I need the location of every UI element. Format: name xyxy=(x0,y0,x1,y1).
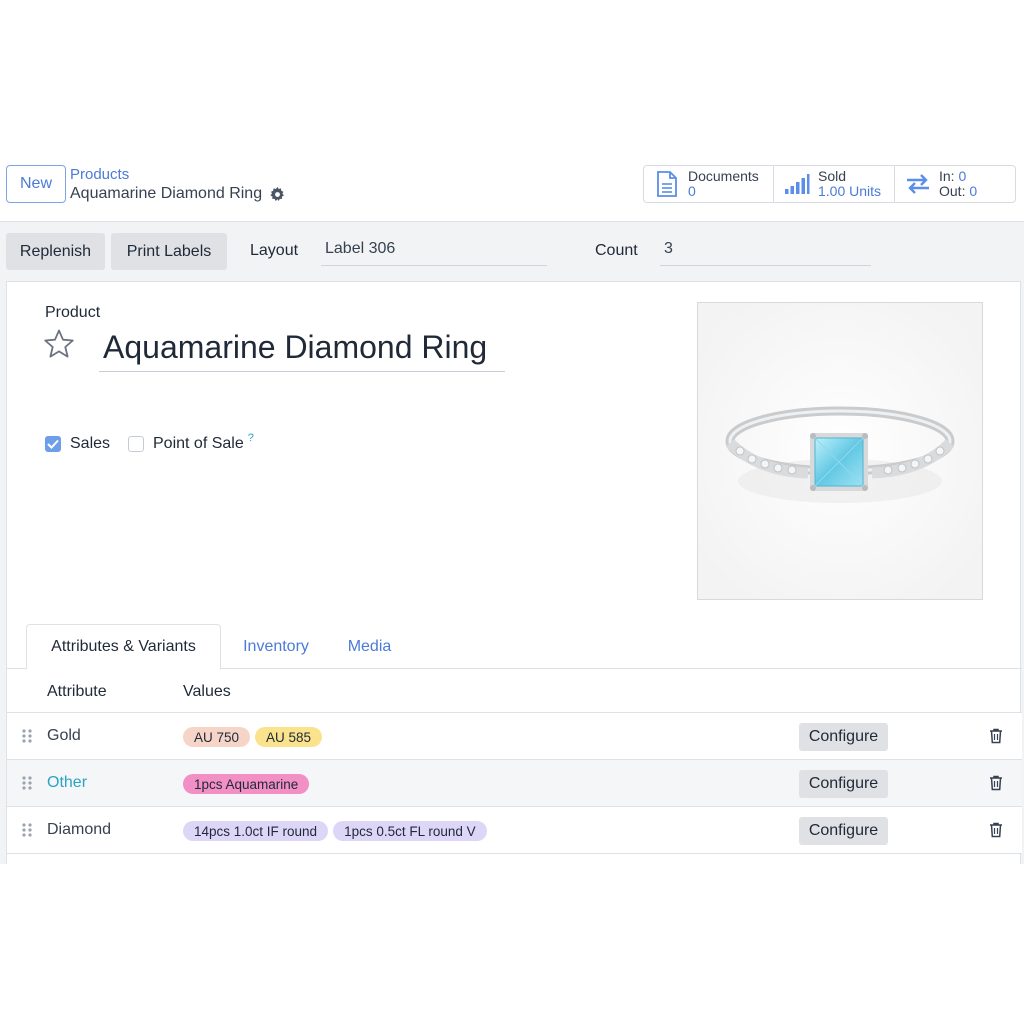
trash-icon[interactable] xyxy=(989,822,1003,838)
layout-field[interactable]: Label 306 xyxy=(321,240,547,266)
sales-checkbox-box[interactable] xyxy=(45,436,61,452)
point-of-sale-checkbox[interactable]: Point of Sale ? xyxy=(128,432,254,453)
drag-handle-icon[interactable] xyxy=(21,728,33,744)
pos-checkbox-box[interactable] xyxy=(128,436,144,452)
documents-stat-button[interactable]: Documents 0 xyxy=(643,165,774,203)
control-panel: New Products Aquamarine Diamond Ring Doc… xyxy=(0,160,1024,222)
attribute-name[interactable]: Gold xyxy=(47,727,81,745)
document-icon xyxy=(654,171,680,197)
in-stat-label: In: xyxy=(939,168,955,184)
layout-label: Layout xyxy=(250,242,299,259)
documents-stat-label: Documents xyxy=(688,168,759,184)
column-header-attribute[interactable]: Attribute xyxy=(47,683,107,701)
drag-handle-icon[interactable] xyxy=(21,775,33,791)
column-header-values[interactable]: Values xyxy=(183,683,231,701)
tab-media[interactable]: Media xyxy=(337,624,402,669)
configure-button[interactable]: Configure xyxy=(799,723,888,751)
value-tag[interactable]: AU 585 xyxy=(255,727,323,747)
drag-handle-icon[interactable] xyxy=(21,822,33,838)
count-field[interactable]: 3 xyxy=(660,240,871,266)
sales-checkbox[interactable]: Sales xyxy=(45,435,110,453)
sales-label: Sales xyxy=(70,435,111,452)
attribute-name[interactable]: Diamond xyxy=(47,821,111,839)
out-stat-label: Out: xyxy=(939,183,966,199)
trash-icon[interactable] xyxy=(989,775,1003,791)
attribute-name[interactable]: Other xyxy=(47,774,87,792)
configure-button[interactable]: Configure xyxy=(799,770,888,798)
out-stat-value: 0 xyxy=(969,183,978,199)
ring-image xyxy=(698,303,982,599)
attribute-values: AU 750 AU 585 xyxy=(183,727,323,747)
product-image[interactable] xyxy=(697,302,983,600)
notebook-tabs: Attributes & Variants Inventory Media xyxy=(7,624,1022,670)
sold-stat-button[interactable]: Sold 1.00 Units xyxy=(773,165,895,203)
product-field-label: Product xyxy=(45,304,101,321)
signal-bars-icon xyxy=(784,171,810,197)
value-tag[interactable]: 1pcs 0.5ct FL round V xyxy=(333,821,487,841)
attribute-values: 14pcs 1.0ct IF round 1pcs 0.5ct FL round… xyxy=(183,821,487,841)
breadcrumb-products-link[interactable]: Products xyxy=(70,166,129,183)
documents-stat-value: 0 xyxy=(688,183,696,199)
point-of-sale-label: Point of Sale xyxy=(153,435,244,452)
gear-icon[interactable] xyxy=(270,186,285,202)
breadcrumb-current: Aquamarine Diamond Ring xyxy=(70,185,285,203)
value-tag[interactable]: 1pcs Aquamarine xyxy=(183,774,310,794)
product-name-input[interactable]: Aquamarine Diamond Ring xyxy=(99,328,505,372)
table-row[interactable]: Diamond 14pcs 1.0ct IF round 1pcs 0.5ct … xyxy=(7,807,1022,854)
new-button[interactable]: New xyxy=(6,165,66,203)
tab-attributes-variants[interactable]: Attributes & Variants xyxy=(26,624,221,670)
attributes-table-header: Attribute Values xyxy=(7,670,1022,713)
table-row[interactable]: Other 1pcs Aquamarine Configure xyxy=(7,760,1022,807)
replenish-button[interactable]: Replenish xyxy=(6,233,105,270)
tab-inventory[interactable]: Inventory xyxy=(231,624,321,669)
configure-button[interactable]: Configure xyxy=(799,817,888,845)
in-stat-value: 0 xyxy=(958,168,967,184)
trash-icon[interactable] xyxy=(989,728,1003,744)
value-tag[interactable]: AU 750 xyxy=(183,727,251,747)
sold-stat-label: Sold xyxy=(818,168,847,184)
in-out-stat-button[interactable]: In: 0 Out: 0 xyxy=(894,165,1016,203)
sold-stat-value: 1.00 Units xyxy=(818,183,882,199)
print-labels-button[interactable]: Print Labels xyxy=(111,233,227,270)
value-tag[interactable]: 14pcs 1.0ct IF round xyxy=(183,821,329,841)
table-row[interactable]: Gold AU 750 AU 585 Configure xyxy=(7,713,1022,760)
star-icon[interactable] xyxy=(43,328,75,360)
breadcrumb-current-label: Aquamarine Diamond Ring xyxy=(70,185,263,202)
form-sheet: Product Aquamarine Diamond Ring Sales Po… xyxy=(6,281,1022,864)
count-label: Count xyxy=(595,242,638,259)
attribute-values: 1pcs Aquamarine xyxy=(183,774,310,794)
exchange-arrows-icon xyxy=(905,171,931,197)
help-tooltip-icon[interactable]: ? xyxy=(248,432,254,444)
